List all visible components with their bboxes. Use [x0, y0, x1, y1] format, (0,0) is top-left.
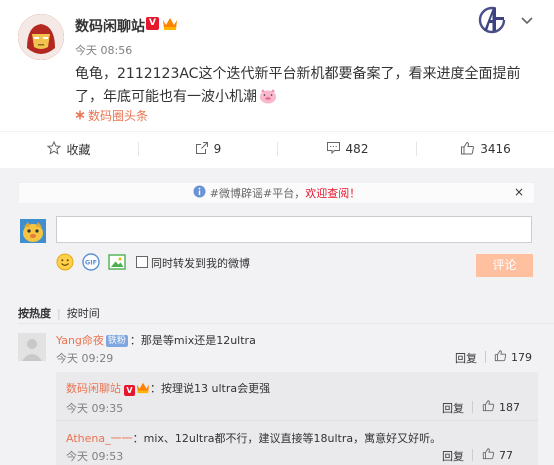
reply-divider-line — [56, 420, 538, 421]
thumbs-up-icon — [482, 399, 495, 415]
pig-emoji-icon — [259, 88, 277, 112]
forward-count: 9 — [213, 142, 222, 156]
close-notice-icon[interactable]: × — [514, 185, 524, 199]
thumbs-up-icon — [482, 447, 495, 463]
topic-label: 数码圈头条 — [88, 109, 149, 123]
reply-like-count: 77 — [499, 448, 513, 462]
comment-like-button[interactable]: 179 — [494, 349, 532, 365]
forward-button[interactable]: 9 — [139, 132, 277, 166]
sort-divider-line — [18, 323, 554, 324]
vip-crown-icon — [136, 381, 150, 397]
comment-count: 482 — [345, 142, 369, 156]
reply-text: ：按理说13 ultra会更强 — [150, 382, 271, 395]
reply-divider — [472, 401, 473, 413]
notice-text: #微博辟谣#平台， — [209, 187, 306, 200]
reply-divider — [485, 351, 486, 363]
forward-label: 同时转发到我的微博 — [151, 257, 250, 270]
post-time[interactable]: 今天 08:56 — [75, 42, 132, 58]
my-avatar[interactable] — [20, 219, 46, 243]
vip-crown-icon — [162, 16, 178, 31]
reply-text: ：mix、12ultra都不行，建议直接等18ultra，寓意好又好听。 — [132, 432, 442, 445]
like-button[interactable]: 3416 — [417, 132, 554, 166]
sort-by-hot-tab[interactable]: 按热度 — [18, 307, 51, 320]
comment-text-line: Yang命夜 铁粉 ：那是等mix还是12ultra — [56, 332, 256, 348]
like-count: 3416 — [480, 142, 511, 156]
commenter-avatar[interactable] — [18, 333, 46, 361]
reply-like-count: 187 — [499, 400, 520, 414]
sort-divider: | — [57, 307, 61, 320]
comment-input[interactable] — [56, 216, 532, 243]
topic-link[interactable]: 数码圈头条 — [75, 107, 148, 124]
author-name[interactable]: 数码闲聊站 — [75, 16, 145, 36]
author-avatar[interactable] — [18, 14, 64, 60]
reply-time: 今天 09:53 — [66, 450, 124, 463]
avengers-logo-icon — [477, 5, 507, 35]
reply-button[interactable]: 回复 — [442, 400, 464, 416]
forward-checkbox[interactable] — [136, 256, 148, 268]
reply-like-button[interactable]: 77 — [482, 447, 513, 463]
commenter-name[interactable]: Yang命夜 — [56, 334, 104, 347]
thumbs-up-icon — [460, 141, 475, 158]
verified-badge: V — [146, 17, 159, 30]
emoji-icon[interactable] — [56, 253, 74, 271]
thumbs-up-icon — [494, 349, 507, 365]
reply-text-line: 数码闲聊站 V ：按理说13 ultra会更强 — [66, 380, 270, 397]
comment-button[interactable]: 482 — [278, 132, 416, 166]
weibo-post: 数码闲聊站 V 今天 08:56 龟龟，2112123AC这个迭代新平台新机都要… — [0, 0, 554, 168]
submit-comment-button[interactable]: 评论 — [476, 254, 533, 277]
comment-time: 今天 09:29 — [56, 352, 114, 365]
verified-badge: V — [124, 385, 135, 396]
reply-like-button[interactable]: 187 — [482, 399, 520, 415]
favorite-label: 收藏 — [66, 142, 91, 157]
star-icon — [47, 140, 62, 158]
post-content: 龟龟，2112123AC这个迭代新平台新机都要备案了，看来进度全面提前了，年底可… — [75, 63, 530, 112]
favorite-button[interactable]: 收藏 — [0, 132, 138, 166]
gif-icon[interactable]: GIF — [82, 253, 100, 271]
rumor-notice-bar[interactable]: #微博辟谣#平台， 欢迎查阅！ — [18, 182, 535, 204]
info-icon — [193, 185, 206, 201]
reply-button[interactable]: 回复 — [442, 448, 464, 464]
fan-badge: 铁粉 — [105, 335, 128, 347]
sort-by-time-tab[interactable]: 按时间 — [67, 307, 100, 320]
comment-text: ：那是等mix还是12ultra — [129, 334, 256, 347]
chevron-down-icon[interactable] — [520, 15, 534, 29]
image-icon[interactable] — [108, 253, 126, 271]
reply-text-line: Athena_一一：mix、12ultra都不行，建议直接等18ultra，寓意… — [66, 430, 441, 446]
comment-icon — [326, 141, 341, 158]
reply-author[interactable]: 数码闲聊站 — [66, 382, 121, 395]
action-bar: 收藏 9 482 3416 — [0, 131, 554, 165]
reply-time: 今天 09:35 — [66, 402, 124, 415]
sort-bar: 按热度 | 按时间 — [18, 305, 100, 321]
reply-divider — [472, 449, 473, 461]
forward-icon — [195, 141, 209, 158]
svg-text:GIF: GIF — [85, 259, 97, 267]
reply-button[interactable]: 回复 — [455, 350, 477, 366]
reply-author[interactable]: Athena_一一 — [66, 432, 133, 445]
post-text: 龟龟，2112123AC这个迭代新平台新机都要备案了，看来进度全面提前了，年底可… — [75, 66, 521, 105]
comment-like-count: 179 — [511, 350, 532, 364]
topic-asterisk-icon — [75, 109, 85, 123]
notice-link[interactable]: 欢迎查阅！ — [305, 185, 360, 201]
